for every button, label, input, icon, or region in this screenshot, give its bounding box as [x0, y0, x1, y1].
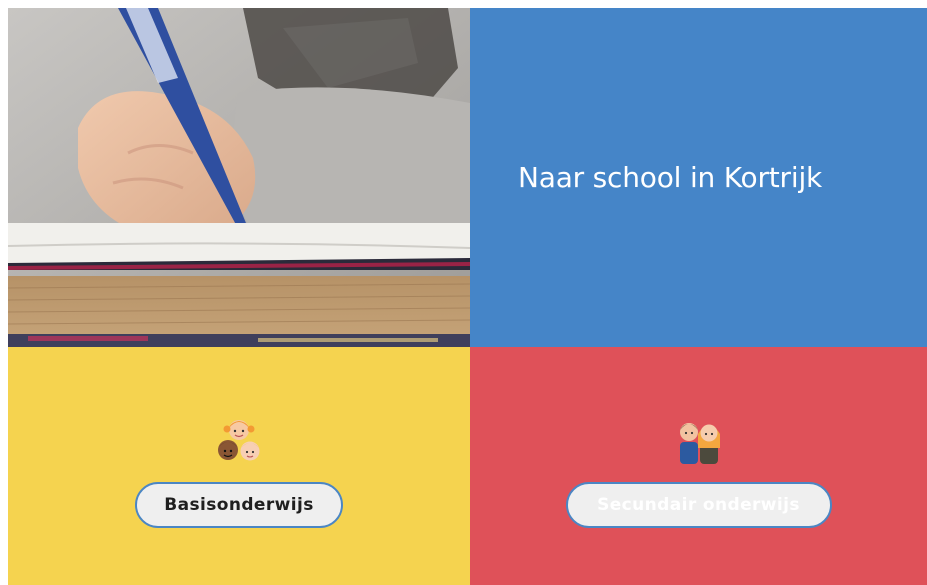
- young-children-icon: [211, 412, 267, 468]
- basisonderwijs-button[interactable]: Basisonderwijs: [135, 482, 343, 528]
- page-title: Naar school in Kortrijk: [518, 161, 823, 194]
- secundair-onderwijs-tile: Secundair onderwijs: [470, 347, 927, 585]
- basisonderwijs-tile: Basisonderwijs: [8, 347, 470, 585]
- page-grid: Naar school in Kortrijk Basisonderwijs S…: [8, 8, 927, 585]
- hero-panel: Naar school in Kortrijk: [470, 8, 927, 347]
- child-writing-photo: [8, 8, 470, 347]
- teenagers-icon: [671, 412, 727, 468]
- secundair-onderwijs-button[interactable]: Secundair onderwijs: [565, 482, 832, 528]
